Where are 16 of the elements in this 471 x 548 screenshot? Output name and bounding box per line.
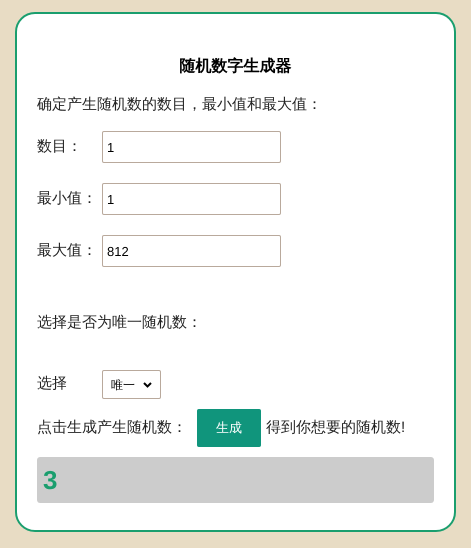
field-label: 数目： bbox=[37, 136, 83, 157]
unique-dropdown[interactable]: 唯一 bbox=[102, 370, 161, 399]
field-label: 最大值： bbox=[37, 240, 98, 261]
field-label: 最小值： bbox=[37, 188, 98, 209]
result-number: 3 bbox=[43, 464, 58, 496]
title: 随机数字生成器 bbox=[178, 56, 292, 77]
chevron-icon bbox=[143, 382, 152, 388]
input-field[interactable]: 1 bbox=[102, 131, 281, 163]
input-field[interactable]: 1 bbox=[102, 183, 281, 215]
generate-button[interactable]: 生成 bbox=[197, 409, 261, 447]
input-field[interactable]: 812 bbox=[102, 235, 281, 267]
result-hint: 得到你想要的随机数! bbox=[266, 418, 406, 438]
select-label: 选择 bbox=[37, 374, 68, 394]
unique-prompt: 选择是否为唯一随机数： bbox=[37, 313, 203, 333]
generate-hint: 点击生成产生随机数： bbox=[37, 418, 187, 438]
intro-text: 确定产生随机数的数目，最小值和最大值： bbox=[37, 95, 323, 115]
